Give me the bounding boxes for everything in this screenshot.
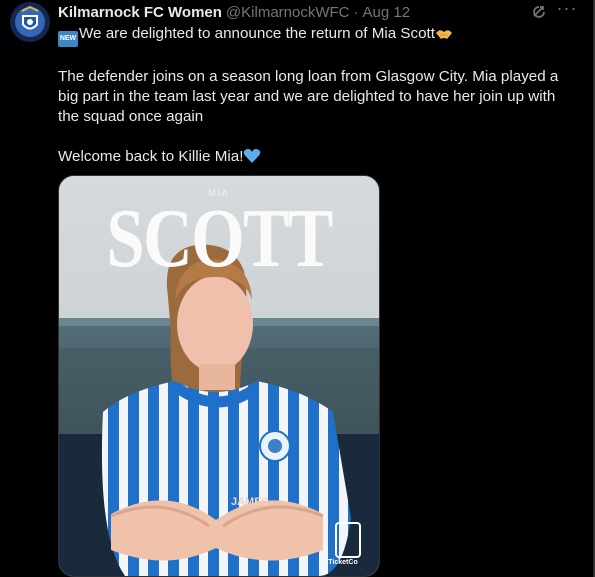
tweet-line-2: The defender joins on a season long loan…: [58, 68, 559, 85]
tweet-line-3: big part in the team last year and we ar…: [58, 88, 556, 105]
more-icon[interactable]: ···: [556, 0, 578, 22]
tweet[interactable]: Kilmarnock FC Women @KilmarnockWFC · Aug…: [0, 0, 595, 577]
tweet-text: NEW We are delighted to announce the retu…: [58, 24, 578, 167]
ticketco-logo-text: TicketCo: [328, 559, 358, 566]
handshake-emoji: [436, 30, 453, 39]
user-handle[interactable]: @KilmarnockWFC: [226, 4, 350, 21]
club-crest-avatar[interactable]: [10, 2, 50, 42]
shirt-sponsor-text: JAMES: [231, 496, 269, 508]
surname-overlay: SCOTT: [106, 192, 333, 285]
welcome-line: Welcome back to Killie Mia!: [58, 147, 578, 167]
tweet-date[interactable]: Aug 12: [363, 4, 411, 21]
tweet-header: Kilmarnock FC Women @KilmarnockWFC · Aug…: [58, 2, 410, 22]
ticketco-logo-icon: [335, 522, 361, 558]
club-crest-icon: [10, 2, 50, 42]
tweet-media-image[interactable]: MIA SCOTT JAMES TicketCo: [58, 175, 380, 577]
blue-heart-emoji: [244, 148, 261, 163]
tweet-line-1: We are delighted to announce the return …: [79, 25, 436, 42]
grok-icon[interactable]: [530, 3, 548, 21]
separator: ·: [353, 3, 359, 21]
display-name[interactable]: Kilmarnock FC Women: [58, 4, 222, 21]
tweet-line-5: Welcome back to Killie Mia!: [58, 148, 244, 165]
tweet-line-4: the squad once again: [58, 108, 204, 125]
new-button-emoji: NEW: [58, 31, 78, 47]
announcement-line: NEW We are delighted to announce the retu…: [58, 24, 578, 47]
